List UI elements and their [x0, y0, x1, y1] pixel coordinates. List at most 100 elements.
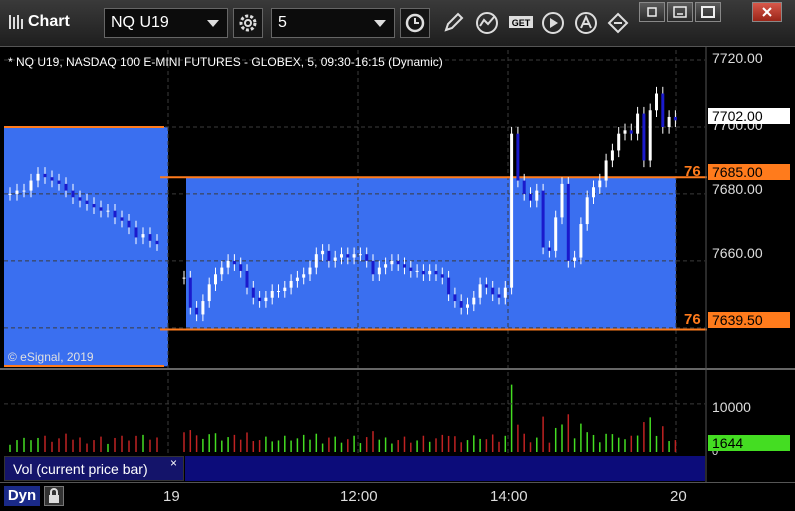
candle-body	[428, 270, 432, 275]
volume-panel-strip	[185, 456, 705, 481]
candle-body	[554, 217, 558, 251]
symbol-selector[interactable]: NQ U19	[104, 8, 228, 38]
candle-body	[396, 260, 400, 265]
dynamic-mode-button[interactable]: Dyn	[4, 486, 40, 506]
link-button[interactable]	[605, 10, 631, 36]
candle-body	[585, 197, 589, 225]
candle-body	[371, 260, 375, 275]
candle-body	[92, 203, 96, 208]
candle-body	[43, 173, 47, 178]
level-high-price: 7685.00	[708, 164, 790, 180]
candle-body	[258, 297, 262, 302]
get-data-button[interactable]: GET	[507, 10, 535, 36]
candle-body	[195, 307, 199, 315]
candle-body	[78, 197, 82, 201]
candle-body	[134, 227, 138, 238]
candle-body	[207, 284, 211, 302]
candle-body	[8, 193, 12, 195]
candle-body	[308, 267, 312, 275]
close-icon	[762, 7, 772, 17]
candle-body	[50, 177, 54, 181]
candle-body	[245, 270, 249, 288]
candle-body	[352, 254, 356, 258]
clock-icon	[405, 13, 425, 33]
study-chart-icon	[476, 12, 498, 34]
alerts-button[interactable]	[573, 10, 599, 36]
draw-tool-button[interactable]	[440, 10, 466, 36]
candle-body	[141, 234, 145, 238]
y-axis-label: 7660.00	[712, 245, 763, 261]
play-button[interactable]	[540, 10, 566, 36]
volume-axis-label: 10000	[712, 399, 751, 415]
candle-body	[22, 190, 26, 192]
candle-body	[579, 224, 583, 258]
price-chart[interactable]	[0, 47, 795, 510]
restore-icon	[673, 6, 687, 18]
x-axis-label: 14:00	[490, 488, 528, 505]
candle-body	[409, 267, 413, 271]
candle-body	[295, 277, 299, 281]
candle-body	[283, 287, 287, 292]
candle-body	[547, 247, 551, 251]
candle-body	[120, 217, 124, 221]
candle-body	[592, 187, 595, 198]
symbol-description: * NQ U19, NASDAQ 100 E-MINI FUTURES - GL…	[8, 55, 443, 69]
symbol-value: NQ U19	[111, 14, 169, 31]
time-template-button[interactable]	[400, 8, 430, 38]
candle-body	[85, 200, 89, 204]
candle-body	[365, 254, 369, 261]
restore-button[interactable]	[667, 2, 693, 22]
lock-scale-button[interactable]	[44, 486, 64, 506]
candle-body	[64, 183, 68, 191]
gear-icon	[239, 14, 257, 32]
candle-body	[478, 284, 482, 298]
x-axis-label: 20	[670, 488, 687, 505]
chevron-down-icon	[207, 20, 219, 27]
studies-button[interactable]	[474, 10, 500, 36]
interval-value: 5	[278, 14, 287, 31]
minimize-button[interactable]	[639, 2, 665, 22]
candle-body	[358, 254, 362, 256]
candle-body	[214, 274, 217, 285]
play-icon	[542, 12, 564, 34]
candle-body	[71, 190, 75, 198]
volume-panel-title: Vol (current price bar)	[13, 461, 148, 477]
level-high-tag: 76	[684, 163, 701, 180]
level-low-price: 7639.50	[708, 312, 790, 328]
prior-range-box	[4, 126, 168, 367]
candle-body	[127, 220, 131, 228]
candle-body	[434, 270, 438, 275]
candle-body	[415, 270, 419, 272]
svg-text:GET: GET	[512, 18, 531, 28]
maximize-icon	[701, 6, 715, 18]
close-button[interactable]	[752, 2, 782, 22]
candle-body	[148, 234, 152, 241]
candle-body	[598, 180, 602, 188]
candle-body	[377, 267, 381, 275]
candle-body	[655, 93, 658, 111]
lock-icon	[49, 488, 59, 503]
chart-window-icon	[9, 15, 23, 29]
maximize-button[interactable]	[695, 2, 721, 22]
candle-body	[99, 207, 103, 211]
symbol-settings-button[interactable]	[233, 8, 263, 38]
candle-body	[390, 260, 394, 265]
candle-body	[188, 277, 192, 308]
volume-panel-label[interactable]: Vol (current price bar)	[4, 456, 184, 481]
candle-body	[510, 133, 514, 288]
candle-body	[535, 190, 539, 201]
x-axis-label: 12:00	[340, 488, 378, 505]
candle-body	[459, 301, 463, 308]
pencil-icon	[444, 12, 464, 32]
current-volume-marker: 1644	[708, 435, 790, 451]
interval-selector[interactable]: 5	[271, 8, 395, 38]
link-diamond-icon	[607, 12, 629, 34]
candle-body	[529, 193, 532, 201]
candle-body	[484, 284, 488, 288]
level-low-tag: 76	[684, 311, 701, 328]
volume-panel-close-icon[interactable]: ×	[170, 456, 177, 470]
candle-body	[201, 301, 205, 315]
candle-body	[403, 264, 406, 268]
candle-body	[472, 297, 476, 305]
candle-body	[251, 287, 255, 298]
